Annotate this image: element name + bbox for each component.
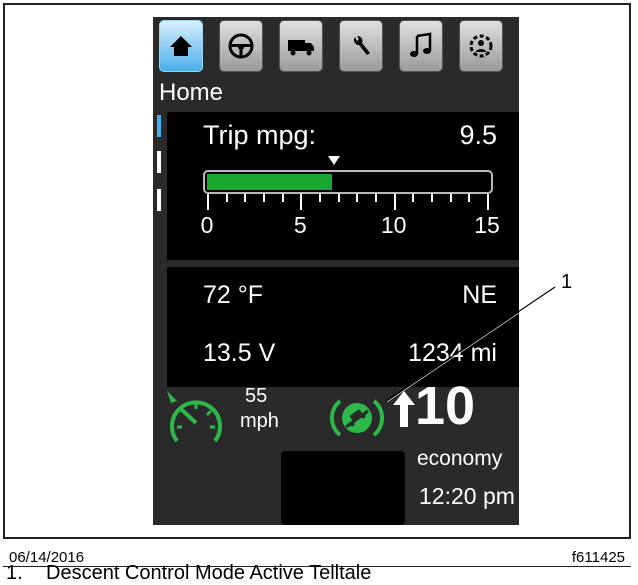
gauge-marker: [328, 156, 341, 165]
tab-truck[interactable]: [279, 20, 323, 72]
dash-display: Home Trip mpg: 9.5 0 5 10 15 72 °F NE 13…: [153, 17, 519, 525]
figure-caption: 1. Descent Control Mode Active Telltale: [6, 562, 371, 585]
gauge-label: 0: [200, 212, 214, 238]
gauge-tick: [449, 194, 452, 202]
gauge-label: 15: [474, 212, 500, 238]
music-note-icon: [410, 32, 432, 57]
gauge-tick: [412, 194, 415, 202]
gauge-tick: [300, 194, 303, 210]
mpg-gauge-bar: [203, 170, 493, 194]
trip-mpg-label: Trip mpg:: [203, 120, 317, 150]
gauge-tick: [207, 194, 209, 210]
caption-text: Descent Control Mode Active Telltale: [46, 562, 372, 584]
tab-service[interactable]: [339, 20, 383, 72]
gauge-tick: [263, 194, 265, 202]
cruise-speed-unit: mph: [240, 410, 279, 432]
blank-display-area: [281, 451, 405, 525]
gauge-tick: [393, 194, 396, 210]
vehicle-info-panel: 72 °F NE 13.5 V 1234 mi: [167, 267, 519, 387]
tab-media[interactable]: [399, 20, 443, 72]
steering-wheel-icon: [228, 33, 254, 59]
odometer: 1234 mi: [408, 339, 497, 367]
gauge-label: 5: [293, 212, 307, 238]
clock: 12:20 pm: [419, 483, 515, 509]
figure-frame: Home Trip mpg: 9.5 0 5 10 15 72 °F NE 13…: [3, 3, 631, 566]
transmission-mode: economy: [417, 447, 503, 470]
gauge-tick: [225, 194, 228, 202]
page-indicator: [157, 151, 161, 173]
gauge-tick: [468, 194, 471, 202]
gauge-tick: [375, 194, 377, 202]
tab-steering[interactable]: [219, 20, 263, 72]
caption-number: 1.: [6, 562, 23, 584]
trip-mpg-value: 9.5: [459, 120, 497, 150]
figure-id: f611425: [571, 549, 625, 566]
gauge-label: 10: [380, 212, 407, 238]
cruise-control-icon: [167, 391, 222, 443]
trip-mpg-panel: Trip mpg: 9.5 0 5 10 15: [167, 112, 519, 260]
gauge-tick: [281, 194, 284, 202]
gauge-tick: [244, 194, 247, 202]
battery-voltage: 13.5 V: [203, 339, 276, 367]
transmission-gear: 10: [415, 376, 476, 436]
truck-icon: [288, 40, 314, 56]
descent-control-icon: [330, 399, 384, 437]
upshift-arrow-icon: [393, 391, 415, 427]
screen-title: Home: [159, 79, 224, 106]
callout-number: 1: [561, 271, 573, 293]
gauge-tick: [337, 194, 340, 202]
page-indicator-active: [157, 115, 161, 137]
settings-person-icon: [469, 34, 493, 58]
gauge-tick: [487, 194, 489, 210]
cruise-speed: 55: [245, 385, 268, 407]
gauge-tick: [431, 194, 433, 202]
home-icon: [170, 36, 192, 56]
tab-home[interactable]: [159, 20, 203, 72]
outside-temperature: 72 °F: [203, 281, 264, 309]
page-indicator: [157, 189, 161, 211]
compass-heading: NE: [462, 281, 497, 309]
gauge-tick: [319, 194, 321, 202]
gauge-tick: [356, 194, 359, 202]
gauge-ticks: [203, 194, 493, 212]
mpg-gauge-fill: [207, 174, 333, 190]
wrench-icon: [354, 35, 370, 55]
tab-settings[interactable]: [459, 20, 503, 72]
